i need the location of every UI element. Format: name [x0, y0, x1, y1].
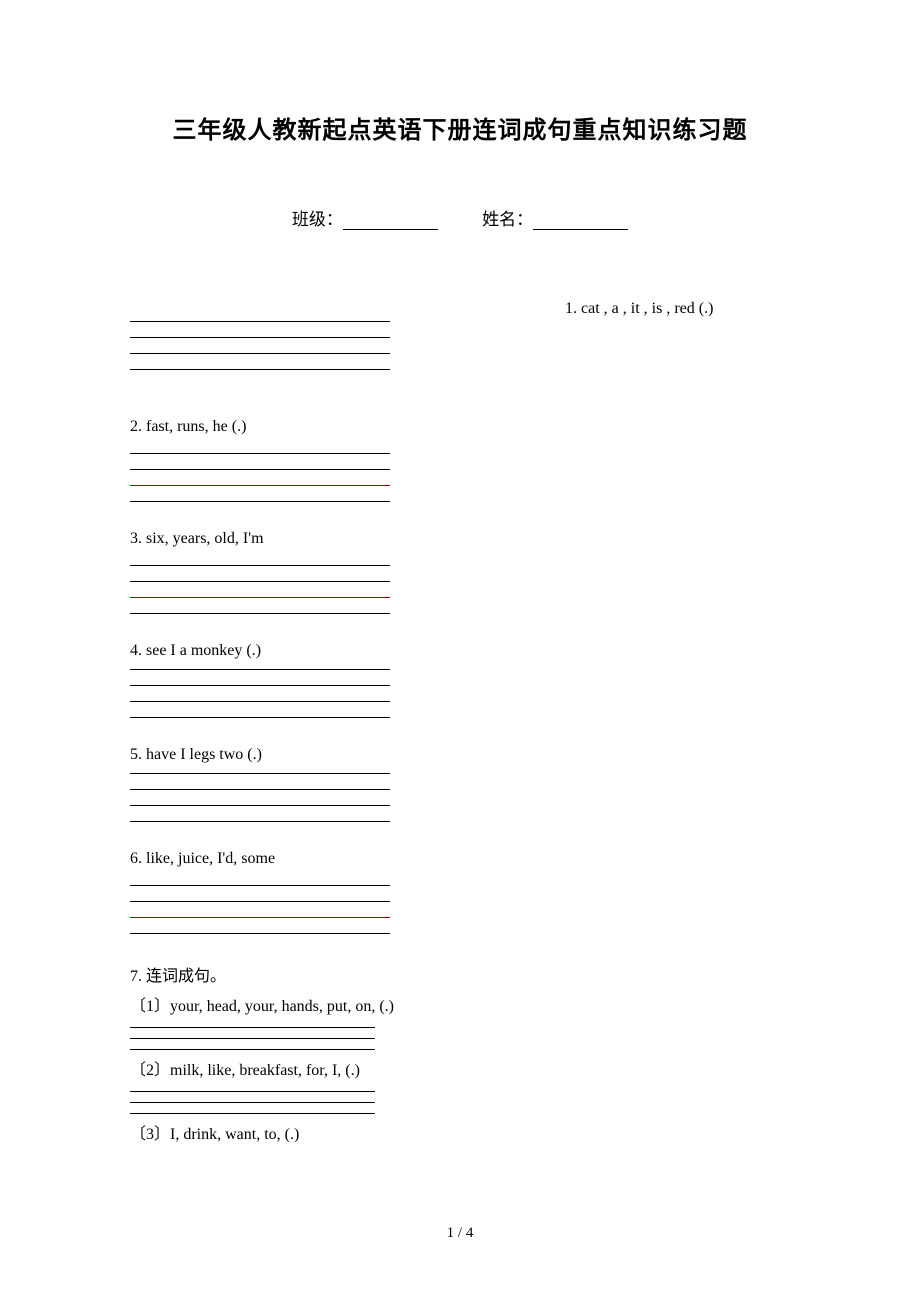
question-3: 3. six, years, old, I'm	[130, 530, 790, 548]
question-4: 4. see I a monkey (.)	[130, 642, 790, 660]
question-7-label: 7. 连词成句。	[130, 962, 790, 986]
answer-1[interactable]	[130, 308, 390, 370]
answer-7-1[interactable]	[130, 1018, 375, 1050]
name-label: 姓名：	[482, 205, 533, 230]
question-2: 2. fast, runs, he (.)	[130, 418, 790, 436]
answer-4[interactable]	[130, 662, 390, 718]
page-number: 1 / 4	[0, 1225, 920, 1242]
question-7-2: 〔2〕milk, like, breakfast, for, I, (.)	[130, 1056, 790, 1080]
page-title: 三年级人教新起点英语下册连词成句重点知识练习题	[130, 110, 790, 145]
class-input-line[interactable]	[343, 214, 438, 230]
question-5: 5. have I legs two (.)	[130, 746, 790, 764]
question-7-3: 〔3〕I, drink, want, to, (.)	[130, 1120, 790, 1144]
answer-2[interactable]	[130, 440, 390, 502]
answer-5[interactable]	[130, 766, 390, 822]
question-7-1: 〔1〕your, head, your, hands, put, on, (.)	[130, 992, 790, 1016]
answer-7-2[interactable]	[130, 1082, 375, 1114]
answer-3[interactable]	[130, 552, 390, 614]
answer-6[interactable]	[130, 872, 390, 934]
question-1: 1. cat , a , it , is , red (.)	[565, 300, 713, 318]
student-fields: 班级： 姓名：	[130, 205, 790, 230]
name-input-line[interactable]	[533, 214, 628, 230]
class-label: 班级：	[292, 205, 343, 230]
question-6: 6. like, juice, I'd, some	[130, 850, 790, 868]
